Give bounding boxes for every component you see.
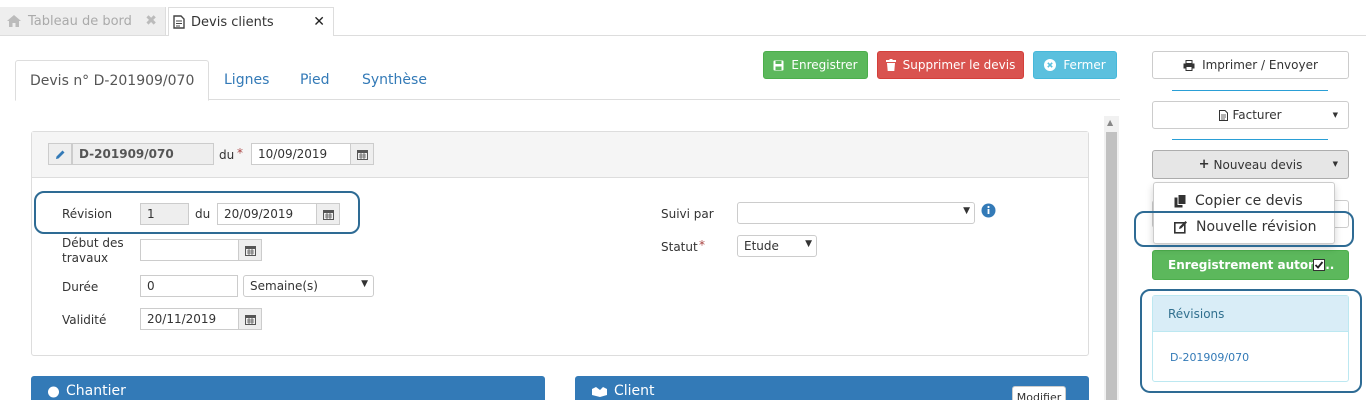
close-icon[interactable]: ✕ <box>313 14 325 30</box>
client-panel-header: Client Modifier <box>575 376 1089 400</box>
duration-field[interactable]: 0 <box>140 275 238 297</box>
copy-icon <box>1174 194 1187 208</box>
print-icon <box>1183 59 1195 71</box>
start-label-line1: Début des <box>62 236 124 250</box>
start-label-line2: travaux <box>62 251 109 265</box>
quote-date-field[interactable]: 10/09/2019 <box>251 143 351 165</box>
caret-down-icon: ▼ <box>361 279 368 289</box>
tab-synthese[interactable]: Synthèse <box>348 60 441 100</box>
caret-down-icon: ▼ <box>1332 160 1338 168</box>
status-label: Statut <box>661 240 698 254</box>
hand-icon <box>47 385 60 398</box>
handshake-icon <box>591 385 608 398</box>
calendar-icon[interactable] <box>350 143 374 165</box>
quote-nav-tabs: Devis n° D-201909/070 Lignes Pied Synthè… <box>15 60 1120 101</box>
status-value: Etude <box>744 239 779 253</box>
document-icon <box>173 15 185 29</box>
tab-label: Devis clients <box>191 14 274 30</box>
duration-label: Durée <box>62 280 99 294</box>
duration-unit-value: Semaine(s) <box>250 279 318 293</box>
document-tab-bar: Tableau de bord ✖ Devis clients ✕ <box>0 0 1366 36</box>
quote-number-field: D-201909/070 <box>72 143 214 165</box>
tab-lignes[interactable]: Lignes <box>210 60 283 100</box>
close-icon[interactable]: ✖ <box>145 13 157 29</box>
calendar-icon[interactable] <box>238 308 262 330</box>
site-panel-header: Chantier <box>31 376 545 400</box>
pencil-icon[interactable] <box>48 143 72 165</box>
invoice-icon <box>1219 109 1229 121</box>
caret-down-icon: ▼ <box>963 206 970 216</box>
tab-pied[interactable]: Pied <box>286 60 344 100</box>
autosave-label: Enregistrement autom... <box>1168 258 1335 272</box>
tab-tableau-de-bord[interactable]: Tableau de bord ✖ <box>0 7 166 35</box>
start-date-field[interactable] <box>140 239 240 261</box>
scroll-thumb[interactable] <box>1106 132 1117 400</box>
quote-form-panel: D-201909/070 du * 10/09/2019 Révision 1 … <box>31 131 1089 356</box>
scroll-up-icon[interactable]: ▲ <box>1107 118 1113 127</box>
followed-by-select[interactable]: ▼ <box>737 202 975 224</box>
tab-devis[interactable]: Devis n° D-201909/070 <box>15 60 210 101</box>
site-panel-title: Chantier <box>66 383 126 399</box>
new-quote-button[interactable]: + Nouveau devis ▼ <box>1152 150 1349 179</box>
new-quote-label: Nouveau devis <box>1213 157 1303 172</box>
calendar-icon[interactable] <box>238 239 262 261</box>
autosave-toggle[interactable]: Enregistrement autom... <box>1152 250 1349 280</box>
required-mark: * <box>237 146 243 160</box>
duration-unit-select[interactable]: Semaine(s) ▼ <box>243 275 374 297</box>
print-send-label: Imprimer / Envoyer <box>1202 58 1318 72</box>
required-mark: * <box>699 238 705 252</box>
caret-down-icon: ▼ <box>1332 111 1338 119</box>
start-label: Début des travaux <box>62 236 124 266</box>
modify-client-button[interactable]: Modifier <box>1012 386 1066 400</box>
separator <box>1172 90 1328 91</box>
validity-date-field[interactable]: 20/11/2019 <box>140 308 240 330</box>
home-icon <box>6 14 22 28</box>
plus-icon: + <box>1198 157 1210 172</box>
followed-by-label: Suivi par <box>661 207 714 221</box>
validity-label: Validité <box>62 313 107 327</box>
status-select[interactable]: Etude ▼ <box>737 235 817 257</box>
tab-devis-clients[interactable]: Devis clients ✕ <box>168 7 334 36</box>
print-send-button[interactable]: Imprimer / Envoyer <box>1152 51 1349 79</box>
new-revision-highlight <box>1134 211 1354 247</box>
info-icon[interactable] <box>981 203 996 218</box>
quote-header: D-201909/070 du * 10/09/2019 <box>32 132 1088 178</box>
checkbox-icon[interactable] <box>1313 259 1325 271</box>
separator <box>1172 139 1328 140</box>
client-panel-title: Client <box>614 383 655 399</box>
invoice-button[interactable]: Facturer ▼ <box>1152 101 1349 129</box>
caret-down-icon: ▼ <box>805 239 812 249</box>
tab-label: Tableau de bord <box>28 13 132 29</box>
invoice-label: Facturer <box>1232 108 1282 122</box>
scrollbar[interactable]: ▲ <box>1104 116 1119 400</box>
revision-highlight <box>34 191 360 234</box>
du-label: du <box>219 148 235 162</box>
revisions-highlight <box>1140 289 1362 393</box>
copy-quote-label: Copier ce devis <box>1195 193 1303 209</box>
